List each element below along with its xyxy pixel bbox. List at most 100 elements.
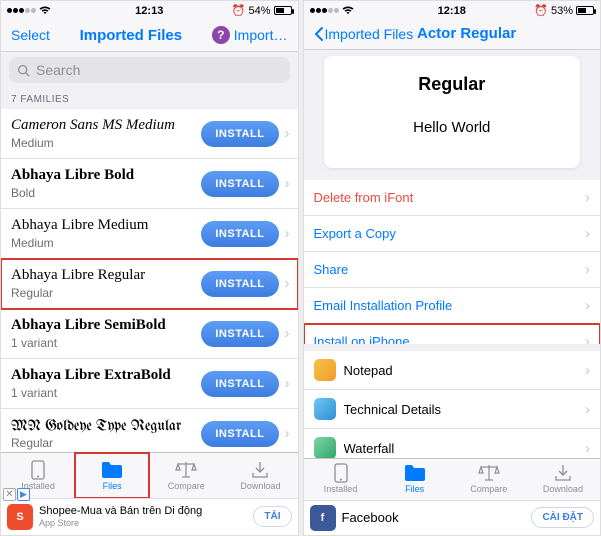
- app-label: Notepad: [344, 363, 393, 378]
- tab-files[interactable]: Files: [75, 453, 149, 497]
- phone-icon: [30, 461, 46, 479]
- chevron-right-icon: ›: [285, 375, 290, 392]
- action-label: Install on iPhone: [314, 334, 410, 344]
- alarm-icon: ⏰: [534, 4, 548, 17]
- search-bar: Search: [1, 52, 298, 88]
- app-row[interactable]: Notepad ›: [304, 351, 601, 390]
- chevron-right-icon: ›: [585, 225, 590, 242]
- folder-icon: [404, 464, 426, 482]
- help-icon[interactable]: ?: [212, 26, 230, 44]
- chevron-right-icon: ›: [585, 440, 590, 457]
- font-row[interactable]: MN Goldeye Type Regular Regular INSTALL …: [1, 409, 298, 452]
- ad-title: Shopee-Mua và Bán trên Di động: [39, 505, 247, 518]
- nav-bar: Select Imported Files ? Import…: [1, 19, 298, 53]
- ad-banner[interactable]: f Facebook CÀI ĐẶT: [304, 500, 601, 535]
- nav-title: Actor Regular: [417, 25, 516, 42]
- font-name: MN Goldeye Type Regular: [11, 418, 201, 434]
- font-name: Abhaya Libre Bold: [11, 167, 201, 184]
- tab-compare[interactable]: Compare: [149, 453, 223, 497]
- font-variant: Medium: [11, 236, 201, 250]
- action-row[interactable]: Export a Copy ›: [304, 216, 601, 252]
- font-row[interactable]: Abhaya Libre Regular Regular INSTALL ›: [1, 259, 298, 309]
- font-row[interactable]: Abhaya Libre Bold Bold INSTALL ›: [1, 159, 298, 209]
- font-list: Cameron Sans MS Medium Medium INSTALL › …: [1, 109, 298, 452]
- chevron-right-icon: ›: [585, 401, 590, 418]
- chevron-left-icon: [314, 26, 324, 42]
- install-button[interactable]: INSTALL: [201, 321, 278, 347]
- chevron-right-icon: ›: [585, 297, 590, 314]
- action-list: Delete from iFont ›Export a Copy ›Share …: [304, 180, 601, 344]
- action-label: Delete from iFont: [314, 190, 414, 205]
- nav-bar: Imported Files Actor Regular: [304, 18, 601, 50]
- install-button[interactable]: INSTALL: [201, 271, 278, 297]
- preview-style-name: Regular: [418, 74, 485, 95]
- action-label: Share: [314, 262, 349, 277]
- ad-title: Facebook: [342, 510, 526, 526]
- tab-download[interactable]: Download: [223, 453, 297, 497]
- section-header: 7 FAMILIES: [1, 88, 298, 109]
- install-button[interactable]: INSTALL: [201, 421, 278, 447]
- font-variant: Regular: [11, 286, 201, 300]
- font-variant: Bold: [11, 186, 201, 200]
- app-label: Technical Details: [344, 402, 442, 417]
- app-label: Waterfall: [344, 441, 395, 456]
- ad-close-icon[interactable]: ✕: [3, 488, 16, 501]
- action-row[interactable]: Email Installation Profile ›: [304, 288, 601, 324]
- chevron-right-icon: ›: [285, 225, 290, 242]
- tab-download[interactable]: Download: [526, 459, 600, 500]
- app-icon: [314, 398, 336, 420]
- font-variant: Regular: [11, 436, 201, 450]
- tab-bar: InstalledFilesCompareDownload: [304, 458, 601, 500]
- ad-app-icon: f: [310, 505, 336, 531]
- chevron-right-icon: ›: [585, 189, 590, 206]
- app-icon: [314, 437, 336, 457]
- signal-dots-icon: [310, 8, 339, 13]
- battery-percent: 54%: [248, 5, 270, 17]
- font-name: Abhaya Libre Medium: [11, 217, 201, 234]
- nav-back-button[interactable]: Imported Files: [314, 26, 414, 42]
- font-row[interactable]: Abhaya Libre ExtraBold 1 variant INSTALL…: [1, 359, 298, 409]
- install-button[interactable]: INSTALL: [201, 121, 278, 147]
- action-row[interactable]: Install on iPhone ›: [304, 324, 601, 344]
- chevron-right-icon: ›: [285, 125, 290, 142]
- font-row[interactable]: Abhaya Libre Medium Medium INSTALL ›: [1, 209, 298, 259]
- scale-icon: [175, 461, 197, 479]
- ad-cta-button[interactable]: CÀI ĐẶT: [531, 507, 594, 528]
- app-row[interactable]: Waterfall ›: [304, 429, 601, 457]
- preview-sample-text: Hello World: [413, 119, 490, 136]
- download-icon: [554, 464, 572, 482]
- tab-compare[interactable]: Compare: [452, 459, 526, 500]
- app-icon: [314, 359, 336, 381]
- chevron-right-icon: ›: [585, 362, 590, 379]
- tab-files[interactable]: Files: [378, 459, 452, 500]
- ad-subtitle: App Store: [39, 518, 247, 529]
- ad-app-icon: S: [7, 504, 33, 530]
- font-row[interactable]: Cameron Sans MS Medium Medium INSTALL ›: [1, 109, 298, 159]
- action-row[interactable]: Delete from iFont ›: [304, 180, 601, 216]
- search-icon: [17, 64, 30, 77]
- app-row[interactable]: Technical Details ›: [304, 390, 601, 429]
- tab-installed[interactable]: Installed: [304, 459, 378, 500]
- search-input[interactable]: Search: [9, 57, 290, 83]
- phone-icon: [333, 464, 349, 482]
- action-row[interactable]: Share ›: [304, 252, 601, 288]
- font-row[interactable]: Abhaya Libre SemiBold 1 variant INSTALL …: [1, 309, 298, 359]
- install-button[interactable]: INSTALL: [201, 221, 278, 247]
- nav-import-button[interactable]: ? Import…: [212, 26, 288, 44]
- battery-icon: [576, 6, 594, 15]
- status-time: 12:13: [135, 5, 163, 17]
- nav-select-button[interactable]: Select: [11, 27, 50, 43]
- install-button[interactable]: INSTALL: [201, 371, 278, 397]
- phone-left: 12:13 ⏰ 54% Select Imported Files ? Impo…: [0, 0, 299, 536]
- ad-cta-button[interactable]: TẢI: [253, 506, 291, 527]
- chevron-right-icon: ›: [285, 175, 290, 192]
- ad-banner[interactable]: ✕ ▶ S Shopee-Mua và Bán trên Di động App…: [1, 498, 298, 535]
- status-time: 12:18: [438, 5, 466, 17]
- search-placeholder: Search: [36, 62, 80, 78]
- action-label: Export a Copy: [314, 226, 396, 241]
- install-button[interactable]: INSTALL: [201, 171, 278, 197]
- battery-percent: 53%: [551, 5, 573, 17]
- chevron-right-icon: ›: [285, 425, 290, 442]
- ad-info-icon[interactable]: ▶: [17, 488, 30, 501]
- chevron-right-icon: ›: [285, 325, 290, 342]
